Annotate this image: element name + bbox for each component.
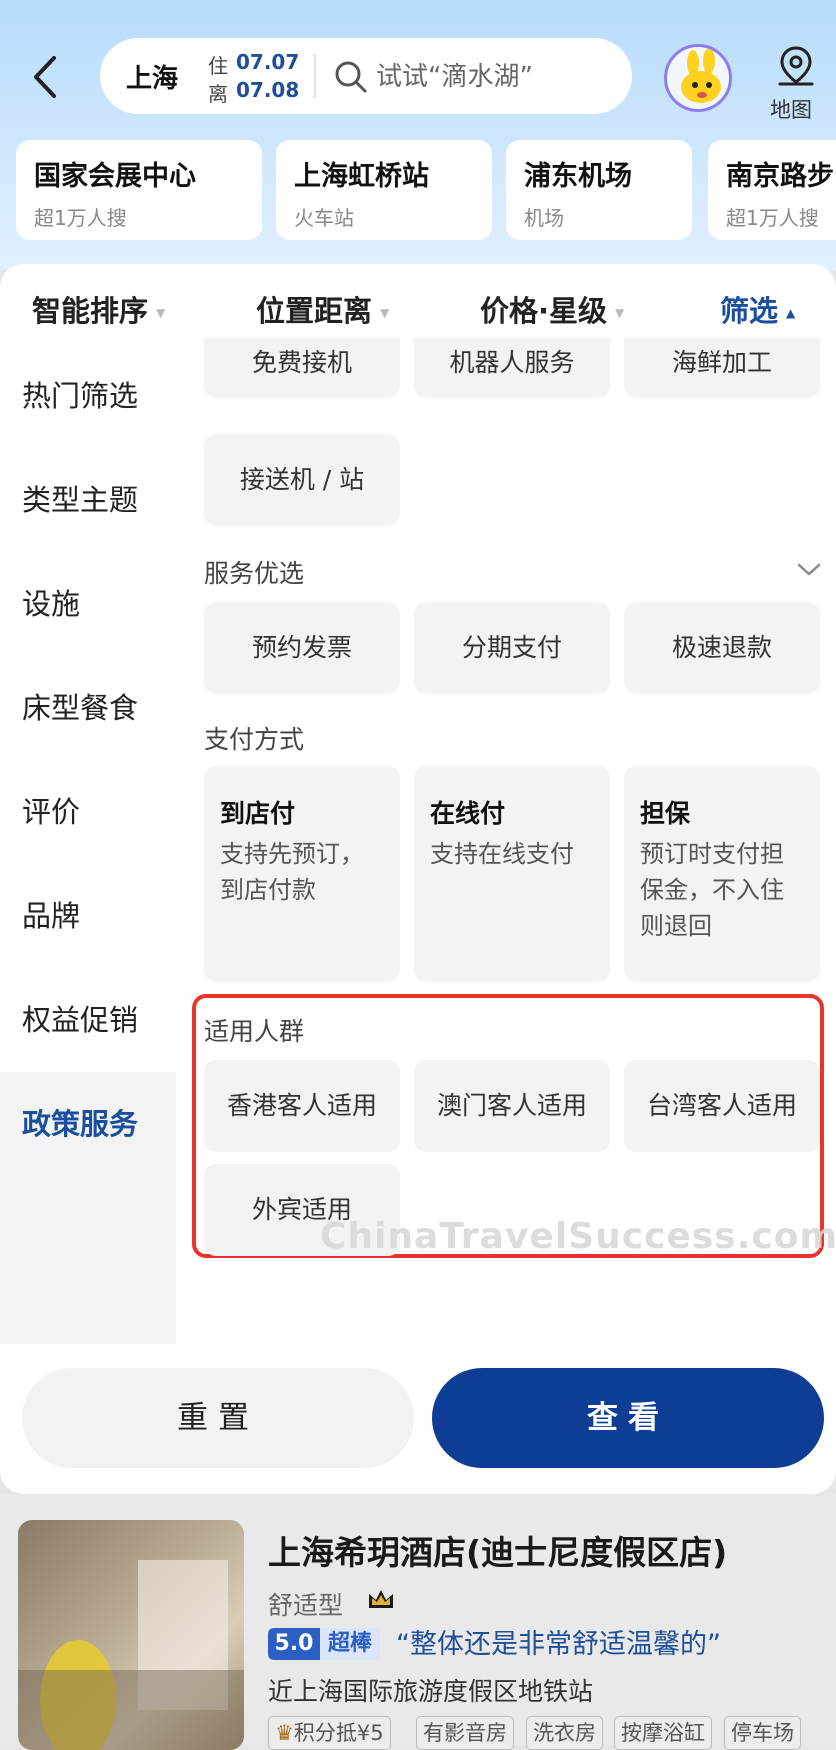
filter-panel: 智能排序 ▼ 位置距离 ▼ 价格·星级 ▼ 筛选 ▲ 热门筛选 类型主题 设施 床型餐食… [0, 264, 836, 1494]
chip-title: 国家会展中心 [34, 161, 196, 192]
mascot-avatar-icon[interactable] [664, 44, 732, 112]
payment-title: 在线付 [430, 799, 506, 828]
tab-label: 价格·星级 [480, 294, 608, 328]
sidebar-item-bed-meal[interactable]: 床型餐食 [0, 656, 176, 760]
tab-price-star[interactable]: 价格·星级 ▼ [480, 288, 624, 330]
city-selector[interactable]: 上海 [126, 58, 178, 95]
caret-down-icon: ▼ [615, 306, 625, 320]
tag-parking: 停车场 [724, 1716, 801, 1750]
chip-title: 浦东机场 [524, 161, 632, 192]
tag-label: 积分抵¥5 [293, 1721, 384, 1745]
payment-title: 担保 [640, 799, 691, 828]
reset-button[interactable]: 重置 [22, 1368, 414, 1468]
hotel-location: 近上海国际旅游度假区地铁站 [268, 1677, 594, 1706]
map-label[interactable]: 地图 [770, 94, 812, 124]
search-icon [335, 61, 367, 93]
tag-jacuzzi: 按摩浴缸 [614, 1716, 712, 1750]
search-bar[interactable]: 上海 住 07.07 离 07.08 试试“滴水湖” [100, 38, 632, 114]
caret-down-icon: ▼ [380, 306, 390, 320]
tag-media-room: 有影音房 [416, 1716, 514, 1750]
quick-chip[interactable]: 浦东机场 机场 [506, 140, 692, 240]
chip-title: 上海虹桥站 [294, 161, 429, 192]
chip-subtitle: 超1万人搜 [34, 206, 127, 230]
chip-title: 南京路步 [726, 161, 834, 192]
checkout-date[interactable]: 07.08 [236, 78, 299, 102]
section-title-audience: 适用人群 [204, 1017, 305, 1046]
payment-title: 到店付 [220, 799, 296, 828]
payment-desc: 预订时支付担保金，不入住则退回 [640, 840, 784, 940]
checkout-label: 离 [208, 82, 228, 106]
view-results-button[interactable]: 查看 [432, 1368, 824, 1468]
option-free-pickup[interactable]: 免费接机 [204, 338, 400, 398]
crown-icon [369, 1590, 393, 1608]
quick-chip[interactable]: 南京路步 超1万人搜 [708, 140, 836, 240]
option-pay-at-hotel[interactable]: 到店付 支持先预订，到店付款 [204, 766, 400, 982]
tab-label: 智能排序 [32, 294, 149, 328]
option-hongkong-guests[interactable]: 香港客人适用 [204, 1060, 400, 1152]
watermark: ChinaTravelSuccess.com [320, 1216, 836, 1257]
coin-icon: ♛ [275, 1721, 294, 1745]
quick-chip[interactable]: 上海虹桥站 火车站 [276, 140, 492, 240]
checkin-label: 住 [208, 54, 228, 78]
rating-word: 超棒 [320, 1628, 381, 1660]
chip-subtitle: 机场 [524, 206, 564, 230]
sidebar-item-reviews[interactable]: 评价 [0, 760, 176, 864]
sidebar-item-promotions[interactable]: 权益促销 [0, 968, 176, 1072]
option-pay-online[interactable]: 在线付 支持在线支付 [414, 766, 610, 982]
sidebar-item-type[interactable]: 类型主题 [0, 448, 176, 552]
review-snippet: “整体还是非常舒适温馨的” [396, 1629, 721, 1660]
tag-laundry: 洗衣房 [526, 1716, 603, 1750]
caret-down-icon: ▼ [156, 306, 166, 320]
search-input[interactable]: 试试“滴水湖” [376, 56, 533, 93]
hotel-type: 舒适型 [268, 1591, 344, 1620]
chip-subtitle: 超1万人搜 [726, 206, 819, 230]
option-installment[interactable]: 分期支付 [414, 602, 610, 694]
sidebar-item-facilities[interactable]: 设施 [0, 552, 176, 656]
checkin-date[interactable]: 07.07 [236, 50, 299, 74]
tab-label: 筛选 [720, 294, 779, 328]
section-title-payment: 支付方式 [204, 725, 305, 754]
option-fast-refund[interactable]: 极速退款 [624, 602, 820, 694]
divider [314, 54, 316, 98]
filter-sidebar: 热门筛选 类型主题 设施 床型餐食 评价 品牌 权益促销 政策服务 [0, 344, 176, 1344]
chevron-down-icon[interactable] [796, 562, 822, 578]
map-pin-icon[interactable] [774, 44, 818, 88]
hotel-photo[interactable] [18, 1520, 244, 1750]
back-arrow-icon[interactable] [26, 52, 66, 102]
hotel-card[interactable]: 上海希玥酒店(迪士尼度假区店) 舒适型 5.0 超棒 “整体还是非常舒适温馨的”… [0, 1494, 836, 1750]
tab-location-distance[interactable]: 位置距离 ▼ [256, 288, 389, 330]
tab-label: 位置距离 [256, 294, 373, 328]
tab-filter[interactable]: 筛选 ▲ [720, 288, 795, 330]
sidebar-item-policy[interactable]: 政策服务 [0, 1072, 176, 1176]
sidebar-item-hot[interactable]: 热门筛选 [0, 344, 176, 448]
sidebar-item-brand[interactable]: 品牌 [0, 864, 176, 968]
payment-desc: 支持在线支付 [430, 840, 574, 868]
rating-score: 5.0 [268, 1628, 320, 1660]
section-title-service: 服务优选 [204, 559, 305, 588]
option-guarantee[interactable]: 担保 预订时支付担保金，不入住则退回 [624, 766, 820, 982]
option-pickup-station[interactable]: 接送机 / 站 [204, 434, 400, 526]
header: 上海 住 07.07 离 07.08 试试“滴水湖” 地图 国家会展中心 超1万… [0, 0, 836, 270]
option-invoice[interactable]: 预约发票 [204, 602, 400, 694]
chip-subtitle: 火车站 [294, 206, 354, 230]
option-seafood-processing[interactable]: 海鲜加工 [624, 338, 820, 398]
hotel-name[interactable]: 上海希玥酒店(迪士尼度假区店) [268, 1526, 727, 1574]
tab-smart-sort[interactable]: 智能排序 ▼ [32, 288, 165, 330]
option-taiwan-guests[interactable]: 台湾客人适用 [624, 1060, 820, 1152]
option-robot-service[interactable]: 机器人服务 [414, 338, 610, 398]
quick-chip[interactable]: 国家会展中心 超1万人搜 [16, 140, 262, 240]
option-macau-guests[interactable]: 澳门客人适用 [414, 1060, 610, 1152]
caret-up-icon: ▲ [786, 306, 796, 320]
payment-desc: 支持先预订，到店付款 [220, 840, 364, 904]
tag-points: ♛积分抵¥5 [268, 1716, 391, 1750]
